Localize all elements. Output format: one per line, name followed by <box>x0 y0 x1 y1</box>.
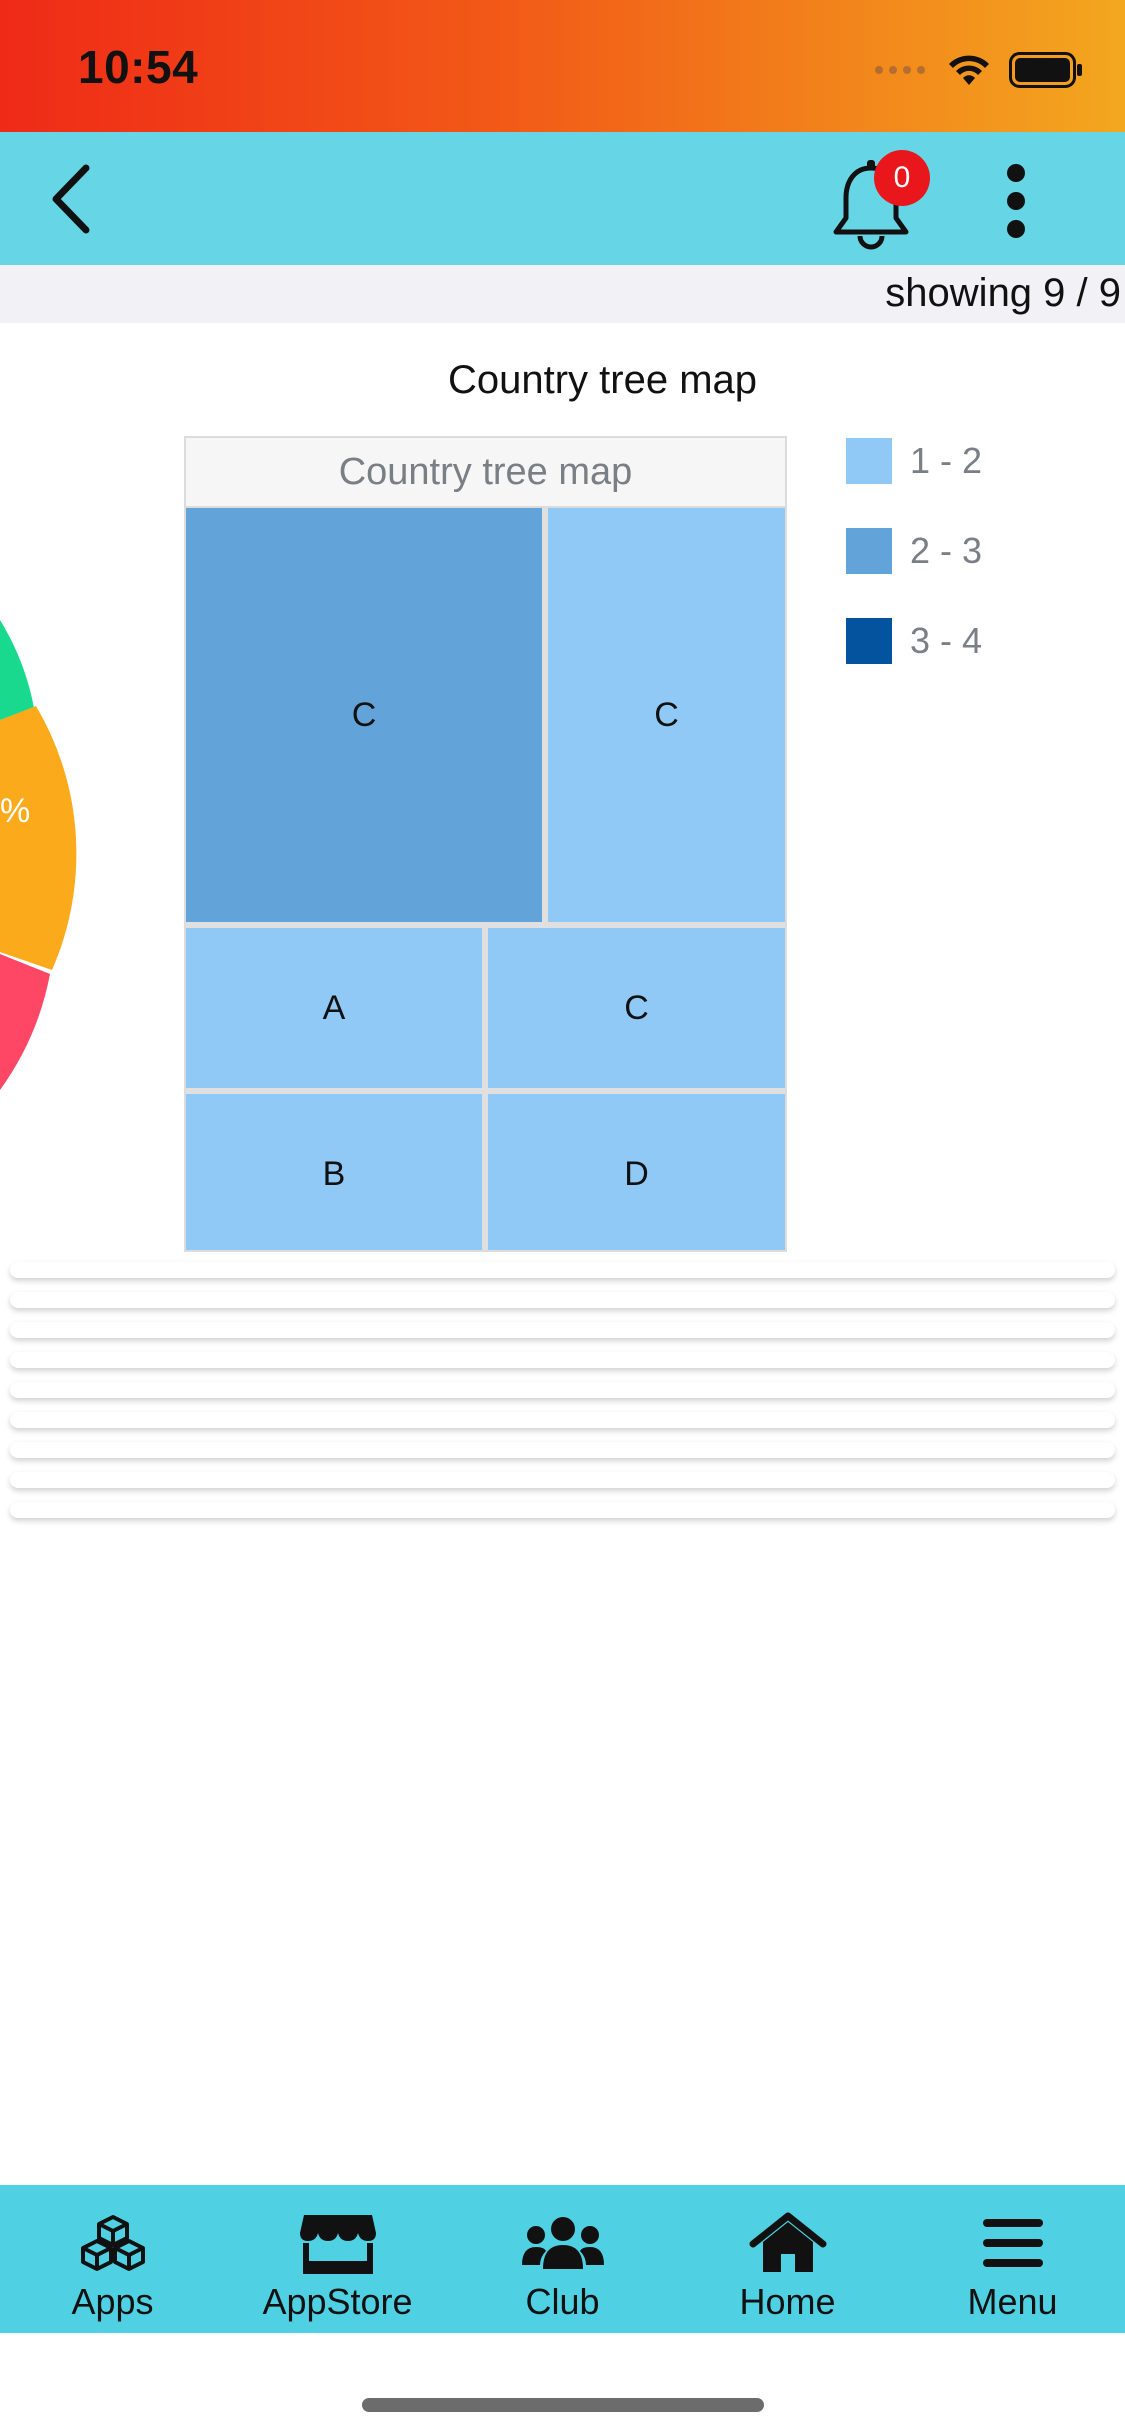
more-options-button[interactable] <box>986 158 1046 244</box>
treemap-cell[interactable]: C <box>186 508 542 922</box>
status-time: 10:54 <box>78 41 199 93</box>
tab-club[interactable]: Club <box>450 2185 675 2333</box>
bottom-tab-bar: Apps AppStore Club Home Menu <box>0 2185 1125 2333</box>
battery-icon <box>1009 52 1082 88</box>
menu-icon <box>982 2219 1043 2267</box>
home-indicator <box>362 2398 764 2412</box>
notifications-button[interactable]: 0 <box>826 150 930 254</box>
status-icons <box>873 50 1083 90</box>
store-icon <box>299 2215 376 2274</box>
tab-label: AppStore <box>262 2281 413 2322</box>
placeholder-row <box>10 1382 1115 1398</box>
placeholder-row <box>10 1472 1115 1488</box>
tab-menu[interactable]: Menu <box>900 2185 1125 2333</box>
more-vertical-icon <box>1007 164 1025 238</box>
app-header: 0 <box>0 132 1125 265</box>
treemap-cell[interactable]: B <box>186 1094 482 1250</box>
tab-label: Menu <box>967 2281 1058 2322</box>
placeholder-row <box>10 1502 1115 1518</box>
tab-label: Home <box>739 2281 836 2322</box>
placeholder-row <box>10 1292 1115 1308</box>
treemap-cell-label: B <box>322 1154 346 1193</box>
legend-item[interactable]: 3 - 4 <box>846 618 982 708</box>
legend-label: 1 - 2 <box>910 440 983 481</box>
chevron-left-icon <box>52 164 90 234</box>
pie-slice-green <box>0 620 34 720</box>
treemap-cell-label: C <box>624 988 649 1027</box>
treemap-cell-label: C <box>654 695 679 734</box>
placeholder-row <box>10 1442 1115 1458</box>
legend-label: 3 - 4 <box>910 620 983 661</box>
home-icon <box>749 2212 826 2272</box>
results-count-bar: showing 9 / 9 <box>0 265 1125 323</box>
treemap-cell[interactable]: C <box>548 508 785 922</box>
treemap-cell[interactable]: C <box>488 928 785 1088</box>
treemap-cell[interactable]: A <box>186 928 482 1088</box>
tab-appstore[interactable]: AppStore <box>225 2185 450 2333</box>
placeholder-row <box>10 1262 1115 1278</box>
notification-badge: 0 <box>874 150 930 206</box>
treemap-header: Country tree map <box>186 438 785 508</box>
pie-chart-partial: % <box>0 620 77 1090</box>
treemap-chart: Country tree map C C A C B D <box>184 436 787 1252</box>
placeholder-row <box>10 1322 1115 1338</box>
treemap-cell-label: D <box>624 1154 649 1193</box>
chart-title: Country tree map <box>447 358 758 402</box>
legend-swatch <box>846 618 892 664</box>
placeholder-list <box>10 1262 1115 1532</box>
tab-apps[interactable]: Apps <box>0 2185 225 2333</box>
pie-slice-orange <box>0 706 77 970</box>
placeholder-row <box>10 1352 1115 1368</box>
cellular-signal-icon <box>875 66 925 74</box>
users-icon <box>521 2217 604 2269</box>
legend-item[interactable]: 1 - 2 <box>846 438 982 528</box>
legend-item[interactable]: 2 - 3 <box>846 528 982 618</box>
chart-legend: 1 - 2 2 - 3 3 - 4 <box>846 438 982 708</box>
legend-swatch <box>846 528 892 574</box>
placeholder-row <box>10 1412 1115 1428</box>
tab-label: Club <box>525 2281 600 2322</box>
tab-label: Apps <box>71 2281 154 2322</box>
treemap-cell[interactable]: D <box>488 1094 785 1250</box>
app-root: 10:54 0 showing 9 / 9 % Country tree map… <box>0 0 1125 2436</box>
results-count-text: showing 9 / 9 <box>885 271 1121 315</box>
legend-label: 2 - 3 <box>910 530 983 571</box>
pie-slice-red <box>0 954 50 1090</box>
legend-swatch <box>846 438 892 484</box>
wifi-icon <box>949 55 989 85</box>
treemap-cell-label: A <box>322 988 346 1027</box>
pie-slice-label: % <box>0 792 30 830</box>
status-bar: 10:54 <box>0 0 1125 132</box>
back-button[interactable] <box>30 156 110 242</box>
treemap-cell-label: C <box>351 695 377 734</box>
tab-home[interactable]: Home <box>675 2185 900 2333</box>
cubes-icon <box>80 2215 145 2271</box>
